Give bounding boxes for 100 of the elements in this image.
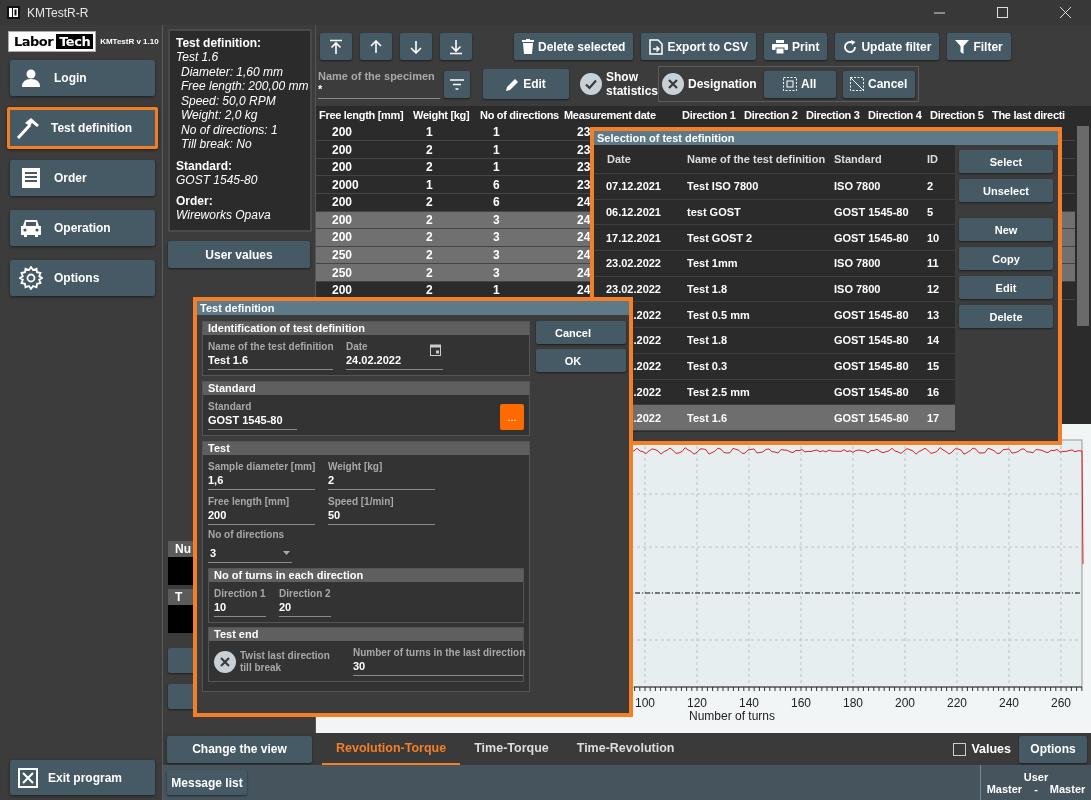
user-values-button[interactable]: User values <box>168 241 310 268</box>
filter-lines-icon <box>450 78 464 90</box>
text-field[interactable]: Weight [kg] 2 <box>328 461 435 490</box>
text-field[interactable]: Standard GOST 1545-80 <box>208 401 297 430</box>
toolbar-button[interactable]: Print <box>764 33 828 61</box>
table-cell: 2000 <box>332 177 359 192</box>
maximize-icon[interactable] <box>997 7 1008 18</box>
toolbar-button[interactable]: Update filter <box>835 33 940 61</box>
table-cell-text: .2022 <box>632 334 662 347</box>
view-tab[interactable]: Time-Torque <box>460 733 563 765</box>
nav-button[interactable]: Operation <box>10 210 155 246</box>
user-name: - <box>1034 782 1038 795</box>
table-cell: 23 <box>577 160 591 175</box>
table-cell: 3 <box>493 248 500 263</box>
column-header[interactable]: Standard <box>829 153 922 165</box>
text-field[interactable]: Number of turns in the last direction 30 <box>353 647 523 676</box>
filter-button[interactable] <box>444 70 470 98</box>
table-cell-text: Test 1.8 <box>686 334 729 347</box>
move-button[interactable] <box>440 33 472 61</box>
dialog-button[interactable]: Unselect <box>959 179 1053 202</box>
table-cell: 24 <box>577 265 591 280</box>
column-header[interactable]: Direction 2 <box>744 108 798 121</box>
table-cell-text: 2 <box>926 180 935 193</box>
dropdown[interactable]: 3 <box>208 545 292 563</box>
values-checkbox[interactable]: Values <box>953 742 1011 756</box>
toolbar-button[interactable]: Delete selected <box>514 33 634 61</box>
table-cell-text: 06.12.2021 <box>604 206 662 219</box>
table-cell-text: 17 <box>926 411 941 424</box>
close-icon[interactable] <box>1060 7 1071 18</box>
table-row[interactable]: 23.02.2022 Test 1mm ISO 7800 11 <box>594 251 955 277</box>
table-cell: 2 <box>426 248 433 263</box>
exit-button[interactable]: Exit program <box>10 760 155 795</box>
trash-icon <box>522 39 534 55</box>
group-header: Test end <box>209 628 523 641</box>
column-header[interactable]: Direction 4 <box>868 108 922 121</box>
options-button[interactable]: Options <box>1019 735 1087 763</box>
toolbar-button[interactable]: Export to CSV <box>641 33 757 61</box>
table-row[interactable]: 06.12.2021 test GOST GOST 1545-80 5 <box>594 199 955 226</box>
calendar-icon[interactable] <box>430 344 441 356</box>
table-cell: 1 <box>426 177 433 192</box>
dialog-button[interactable]: New <box>959 218 1053 241</box>
text-field[interactable]: Speed [1/min] 50 <box>328 496 435 525</box>
designation-toggle[interactable]: Designation <box>662 73 757 96</box>
table-cell-text: Test 1.6 <box>686 411 729 424</box>
nav-button[interactable]: Test definition <box>7 107 158 149</box>
text-field[interactable]: Direction 1 10 <box>214 588 266 617</box>
column-header[interactable]: ID <box>922 153 955 165</box>
column-header[interactable]: Direction 3 <box>806 108 860 121</box>
dialog-button[interactable]: Cancel <box>536 321 626 344</box>
column-header[interactable]: Free length [mm] <box>319 108 404 121</box>
cancel-selection-button[interactable]: Cancel <box>842 70 915 98</box>
dialog-button[interactable]: Copy <box>959 247 1053 270</box>
column-header[interactable]: Name of the test definition <box>681 153 829 165</box>
column-header[interactable]: Direction 1 <box>682 108 736 121</box>
close-box-icon <box>18 767 38 788</box>
table-cell: 1 <box>493 283 500 298</box>
table-cell-text: ISO 7800 <box>833 257 882 270</box>
nav-button[interactable]: Order <box>10 160 155 196</box>
tick-label: 140 <box>739 696 759 710</box>
move-button[interactable] <box>360 33 392 61</box>
message-list-button[interactable]: Message list <box>167 770 247 795</box>
table-cell: 200 <box>332 195 353 210</box>
table-cell-text: Test GOST 2 <box>686 231 754 244</box>
funnel-icon <box>955 39 970 54</box>
nav-button[interactable]: Login <box>10 60 155 96</box>
table-cell-text: 12 <box>926 283 941 296</box>
dialog-button[interactable]: Edit <box>959 276 1053 299</box>
version-label: KMTestR v 1.10 <box>100 37 159 46</box>
column-header[interactable]: Direction 5 <box>930 108 984 121</box>
text-field[interactable]: Direction 2 20 <box>279 588 331 617</box>
edit-button[interactable]: Edit <box>483 69 569 100</box>
specimen-field[interactable]: Name of the specimen * <box>318 69 440 99</box>
view-tab[interactable]: Time-Revolution <box>562 733 689 765</box>
table-cell: 200 <box>332 142 353 157</box>
nav-button[interactable]: Options <box>10 260 155 296</box>
dialog-button[interactable]: Delete <box>959 305 1053 328</box>
dialog-button[interactable]: OK <box>536 349 626 372</box>
move-button[interactable] <box>320 33 352 61</box>
twist-toggle[interactable]: Twist last direction till break <box>214 649 332 674</box>
info-detail: No of directions: 1 <box>180 122 279 137</box>
column-header[interactable]: Date <box>594 153 681 165</box>
column-header[interactable]: Measurement date <box>564 108 656 121</box>
user-label: User <box>1023 770 1049 783</box>
tick-label: 260 <box>1051 696 1071 710</box>
toolbar-button[interactable]: Filter <box>947 33 1011 61</box>
text-field[interactable]: Sample diameter [mm] 1,6 <box>208 461 315 490</box>
text-field[interactable]: Free length [mm] 200 <box>208 496 315 525</box>
table-cell-text: Test 0.3 <box>686 360 729 373</box>
column-header[interactable]: No of directions <box>480 108 559 121</box>
change-view-button[interactable]: Change the view <box>167 735 312 763</box>
table-cell-text: .2022 <box>632 360 662 373</box>
column-header[interactable]: Weight [kg] <box>413 108 470 121</box>
column-header[interactable]: The last directi <box>992 108 1065 121</box>
dialog-button[interactable]: Select <box>959 150 1053 173</box>
move-button[interactable] <box>400 33 432 61</box>
select-all-button[interactable]: All <box>763 70 836 98</box>
text-field[interactable]: Name of the test definition Test 1.6 <box>208 341 333 370</box>
table-row[interactable]: 17.12.2021 Test GOST 2 GOST 1545-80 10 <box>594 225 955 252</box>
statistics-toggle[interactable]: Show statistics <box>580 70 656 99</box>
table-row[interactable]: 07.12.2021 Test ISO 7800 ISO 7800 2 <box>594 174 955 200</box>
